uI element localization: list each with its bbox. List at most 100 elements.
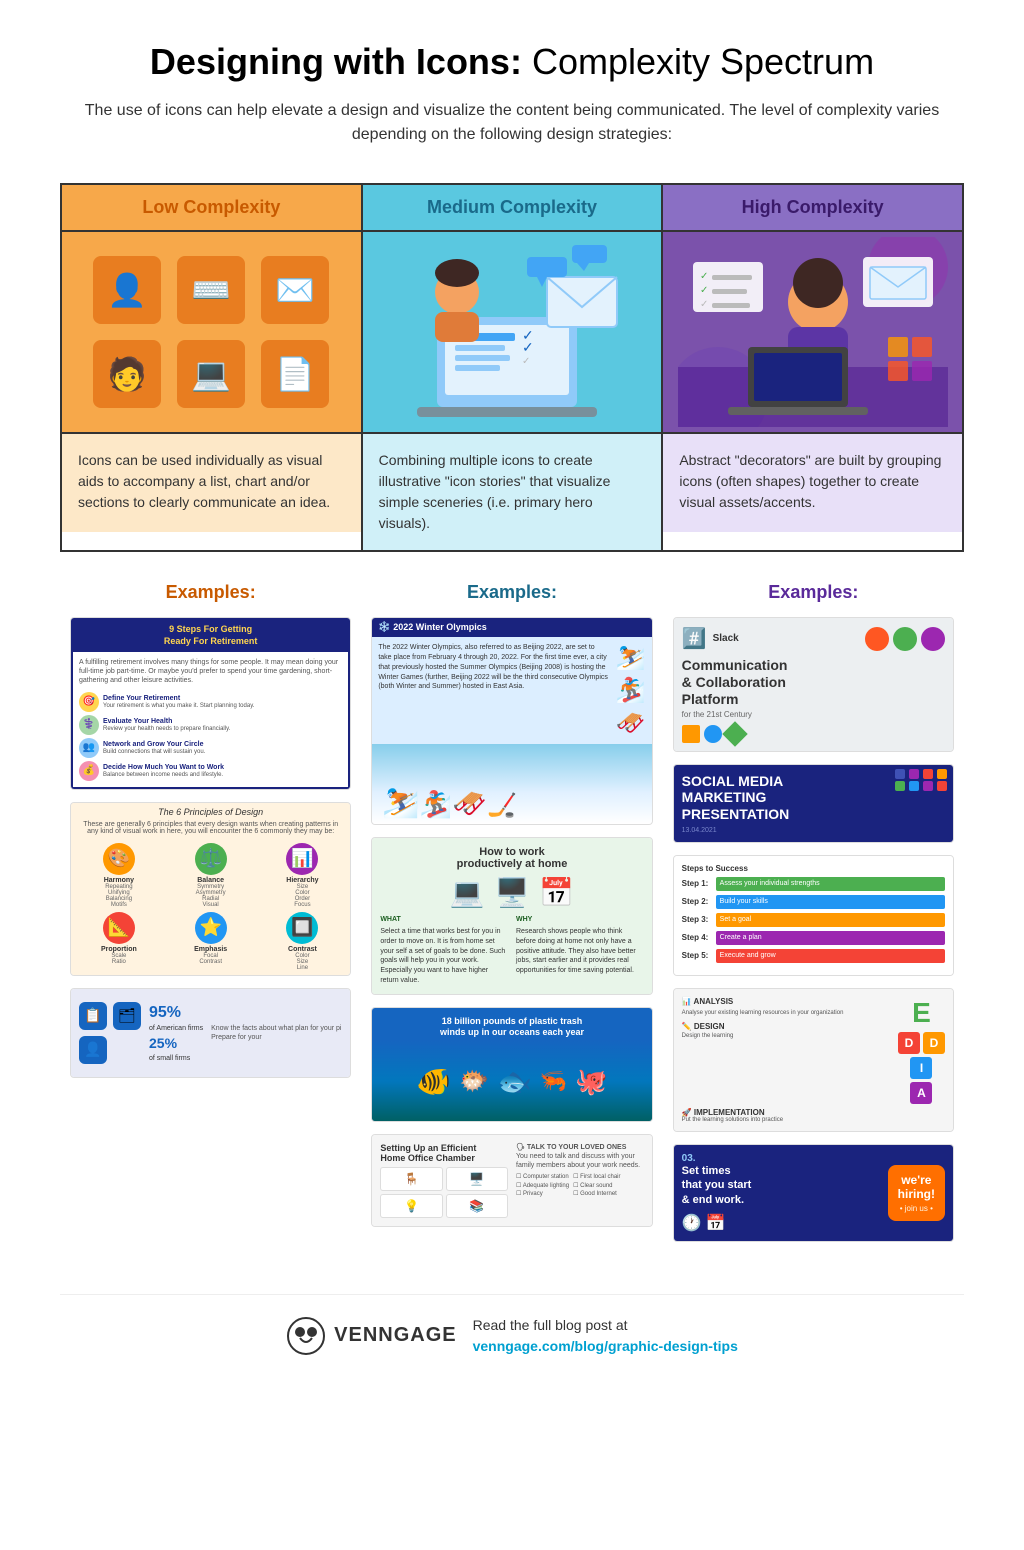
high-hero-svg: ✓ ✓ ✓: [678, 237, 948, 427]
high-description: Abstract "decorators" are built by group…: [663, 432, 962, 532]
work-home-card[interactable]: How to workproductively at home 💻 🖥️ 📅 W…: [371, 837, 652, 995]
addie-card[interactable]: 📊 ANALYSIS Analyse your existing learnin…: [673, 988, 954, 1132]
medium-description: Combining multiple icons to create illus…: [363, 432, 662, 550]
low-examples-col: Examples: 9 Steps For GettingReady For R…: [60, 582, 361, 1254]
olympics-inner: ❄️ 2022 Winter Olympics The 2022 Winter …: [372, 618, 651, 824]
design-principles-card[interactable]: The 6 Principles of Design These are gen…: [70, 802, 351, 976]
olympics-body: The 2022 Winter Olympics, also referred …: [372, 637, 651, 744]
productivity-icons: 📋 🗂 👤: [79, 1002, 141, 1064]
addie-impl-text: Put the learning solutions into practice: [682, 1117, 945, 1123]
steps-inner: Steps to Success Step 1: Assess your ind…: [674, 856, 953, 975]
addie-design: ✏️ DESIGN: [682, 1022, 892, 1031]
retirement-inner: 9 Steps For GettingReady For Retirement …: [71, 618, 350, 789]
examples-section: Examples: 9 Steps For GettingReady For R…: [60, 582, 964, 1254]
dark-person-icon: 🧑: [93, 340, 161, 408]
svg-text:✓: ✓: [700, 299, 708, 310]
addie-analysis: 📊 ANALYSIS: [682, 997, 892, 1006]
addie-d2: D: [923, 1032, 945, 1054]
hiring-badge: we'rehiring! • join us •: [888, 1165, 945, 1222]
addie-design-text: Design the learning: [682, 1033, 892, 1039]
addie-i: I: [910, 1057, 932, 1079]
slack-subtitle: for the 21st Century: [682, 710, 945, 719]
footer-link[interactable]: venngage.com/blog/graphic-design-tips: [473, 1338, 738, 1354]
page-subtitle: The use of icons can help elevate a desi…: [60, 99, 964, 147]
productivity-text: Know the facts about what plan for your …: [211, 1024, 342, 1042]
low-hero-image: 👤 ⌨️ ✉️ 🧑 💻 📄: [62, 232, 361, 432]
productivity-inner: 📋 🗂 👤 95% of American firms 25% of small…: [71, 989, 350, 1077]
slack-tagline: Communication& CollaborationPlatform: [682, 657, 945, 707]
home-office-card[interactable]: Setting Up an EfficientHome Office Chamb…: [371, 1134, 652, 1227]
checklist-right: ☐ First local chair☐ Clear sound☐ Good I…: [573, 1173, 620, 1198]
hiring-card[interactable]: 03. Set timesthat you start& end work. 🕐…: [673, 1144, 954, 1242]
page-title: Designing with Icons: Complexity Spectru…: [60, 40, 964, 83]
design-title: The 6 Principles of Design: [71, 803, 350, 821]
hiring-inner: 03. Set timesthat you start& end work. 🕐…: [674, 1145, 953, 1241]
addie-d1: D: [898, 1032, 920, 1054]
mail-icon: ✉️: [261, 256, 329, 324]
slack-card[interactable]: #️⃣ Slack Communication& CollaborationPl…: [673, 617, 954, 751]
addie-a: A: [910, 1082, 932, 1104]
page-container: Designing with Icons: Complexity Spectru…: [0, 0, 1024, 1407]
medium-hero-svg: ✓ ✓ ✓: [377, 237, 647, 427]
files-icon: 🗂: [113, 1002, 141, 1030]
step-4: Step 4: Create a plan: [682, 931, 945, 945]
slack-bottom-shapes: [682, 725, 945, 743]
svg-text:✓: ✓: [700, 285, 708, 296]
olympics-figures: ⛷️ 🏂 🛷: [616, 643, 646, 738]
venngage-logo[interactable]: VENNGAGE: [286, 1316, 456, 1356]
copy-icon: 📋: [79, 1002, 107, 1030]
home-office-right: 🗣 TALK TO YOUR LOVED ONESYou need to tal…: [516, 1143, 644, 1218]
work-home-icons: 💻 🖥️ 📅: [380, 876, 643, 909]
social-media-card[interactable]: SOCIAL MEDIAMARKETINGPRESENTATION 13.04.…: [673, 764, 954, 843]
complexity-table: Low Complexity 👤 ⌨️ ✉️ 🧑 💻 📄 Icons can b…: [60, 183, 964, 552]
ocean-title: 18 billion pounds of plastic trashwinds …: [372, 1008, 651, 1041]
shape-1: [682, 725, 700, 743]
person-icon-prod: 👤: [79, 1036, 107, 1064]
high-examples-label: Examples:: [673, 582, 954, 603]
work-home-content: WHAT Select a time that works best for y…: [380, 915, 643, 986]
slack-shapes: [865, 627, 945, 651]
chair-icon: 🪑: [380, 1167, 442, 1191]
low-complexity-col: Low Complexity 👤 ⌨️ ✉️ 🧑 💻 📄 Icons can b…: [62, 185, 363, 550]
purple-circle: [921, 627, 945, 651]
slack-inner: #️⃣ Slack Communication& CollaborationPl…: [674, 618, 953, 750]
home-office-checklist: ☐ Computer station☐ Adequate lighting☐ P…: [516, 1173, 644, 1198]
steps-card[interactable]: Steps to Success Step 1: Assess your ind…: [673, 855, 954, 976]
home-office-left: Setting Up an EfficientHome Office Chamb…: [380, 1143, 508, 1218]
book-icon: 📚: [446, 1194, 508, 1218]
svg-text:✓: ✓: [522, 339, 534, 355]
productivity-card[interactable]: 📋 🗂 👤 95% of American firms 25% of small…: [70, 988, 351, 1078]
shape-3: [722, 721, 747, 746]
olympics-card[interactable]: ❄️ 2022 Winter Olympics The 2022 Winter …: [371, 617, 652, 825]
low-examples-label: Examples:: [70, 582, 351, 603]
footer: VENNGAGE Read the full blog post at venn…: [60, 1294, 964, 1357]
checklist-left: ☐ Computer station☐ Adequate lighting☐ P…: [516, 1173, 569, 1198]
medium-complexity-col: Medium Complexity ✓ ✓ ✓: [363, 185, 664, 550]
addie-right: E D D I A: [898, 997, 945, 1104]
ocean-scene: 🐠 🐡 🐟 🦐 🐙: [372, 1041, 651, 1121]
step-1: Step 1: Assess your individual strengths: [682, 877, 945, 891]
addie-dd: D D: [898, 1032, 945, 1054]
high-examples-col: Examples: #️⃣ Slack C: [663, 582, 964, 1254]
retirement-card[interactable]: 9 Steps For GettingReady For Retirement …: [70, 617, 351, 790]
work-home-inner: How to workproductively at home 💻 🖥️ 📅 W…: [372, 838, 651, 994]
olympics-text: The 2022 Winter Olympics, also referred …: [378, 643, 609, 738]
addie-implementation: 🚀 IMPLEMENTATION: [682, 1108, 945, 1117]
step-3: Step 3: Set a goal: [682, 913, 945, 927]
home-office-title: Setting Up an EfficientHome Office Chamb…: [380, 1143, 508, 1163]
design-grid: 🎨 Harmony RepeatingUnifyingBalancingMoti…: [71, 839, 350, 975]
low-icon-grid: 👤 ⌨️ ✉️ 🧑 💻 📄: [73, 236, 349, 428]
hiring-text: we'rehiring!: [898, 1173, 935, 1202]
addie-left: 📊 ANALYSIS Analyse your existing learnin…: [682, 997, 892, 1104]
hiring-step-num: 03.: [682, 1153, 880, 1164]
addie-analysis-text: Analyse your existing learning resources…: [682, 1010, 892, 1018]
keyboard-icon: ⌨️: [177, 256, 245, 324]
high-hero-image: ✓ ✓ ✓: [663, 232, 962, 432]
person-icon: 👤: [93, 256, 161, 324]
lamp-icon: 💡: [380, 1194, 442, 1218]
footer-text: Read the full blog post at venngage.com/…: [473, 1315, 738, 1357]
hiring-cta: • join us •: [898, 1204, 935, 1213]
brand-name: VENNGAGE: [334, 1324, 456, 1347]
ocean-card[interactable]: 18 billion pounds of plastic trashwinds …: [371, 1007, 652, 1122]
high-complexity-header: High Complexity: [663, 185, 962, 232]
